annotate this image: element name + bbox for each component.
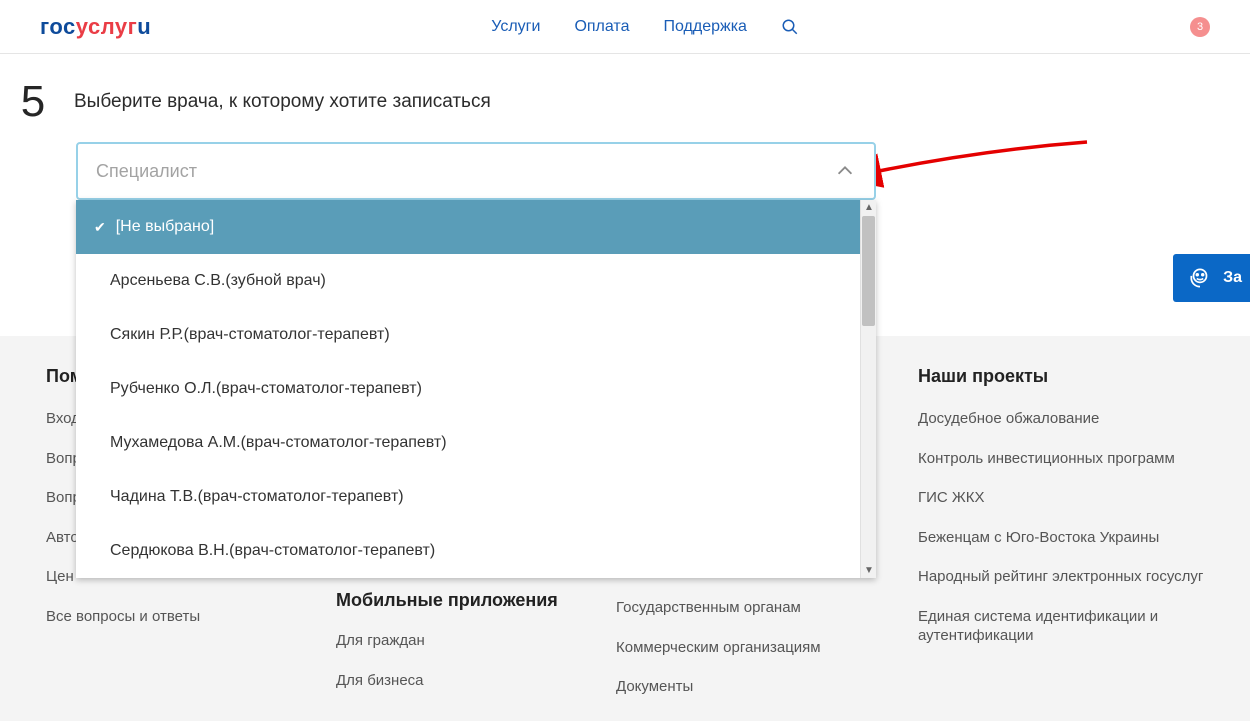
nav-support[interactable]: Поддержка [663,18,746,36]
step-title: Выберите врача, к которому хотите записа… [74,91,491,113]
specialist-option[interactable]: Чадина Т.В.(врач-стоматолог-терапевт) [76,470,860,524]
scrollbar-thumb[interactable] [862,216,875,326]
specialist-option[interactable]: Сякин Р.Р.(врач-стоматолог-терапевт) [76,308,860,362]
footer-link[interactable]: ГИС ЖКХ [918,488,1210,508]
notification-badge[interactable]: 3 [1190,17,1210,37]
footer-link[interactable]: Контроль инвестиционных программ [918,449,1210,469]
nav-services[interactable]: Услуги [491,18,540,36]
footer-link[interactable]: Государственным органам [616,598,876,618]
dropdown-scrollbar[interactable]: ▲ ▼ [860,200,876,578]
footer-link[interactable]: Единая система идентификации и аутентифи… [918,607,1210,646]
footer-link[interactable]: Беженцам с Юго-Востока Украины [918,528,1210,548]
main-nav: Услуги Оплата Поддержка [491,18,799,36]
footer-heading-apps: Мобильные приложения [336,590,586,611]
specialist-select: Специалист ✔ [Не выбрано] Арсеньева С.В.… [76,142,876,200]
specialist-option[interactable]: Рубченко О.Л.(врач-стоматолог-терапевт) [76,362,860,416]
option-label: Чадина Т.В.(врач-стоматолог-терапевт) [110,488,404,506]
scroll-down-icon: ▼ [864,565,874,576]
specialist-option-none[interactable]: ✔ [Не выбрано] [76,200,860,254]
step-number: 5 [16,80,50,124]
option-label: Арсеньева С.В.(зубной врач) [110,272,326,290]
footer-link[interactable]: Документы [616,677,876,697]
logo[interactable]: госуслугu [40,14,151,40]
scroll-up-icon: ▲ [864,202,874,213]
search-icon[interactable] [781,18,799,36]
footer-col-projects: Наши проекты Досудебное обжалование Конт… [906,366,1210,717]
option-label: Рубченко О.Л.(врач-стоматолог-терапевт) [110,380,422,398]
footer-link[interactable]: Для бизнеса [336,671,586,691]
specialist-option[interactable]: Мухамедова А.М.(врач-стоматолог-терапевт… [76,416,860,470]
footer-link[interactable]: Народный рейтинг электронных госуслуг [918,567,1210,587]
header: госуслугu Услуги Оплата Поддержка 3 [0,0,1250,54]
specialist-select-input[interactable]: Специалист [76,142,876,200]
specialist-placeholder: Специалист [96,161,197,182]
specialist-option[interactable]: Арсеньева С.В.(зубной врач) [76,254,860,308]
ask-question-button[interactable]: За [1173,254,1250,302]
specialist-option[interactable]: Сердюкова В.Н.(врач-стоматолог-терапевт) [76,524,860,578]
headset-icon [1187,265,1213,291]
check-icon: ✔ [94,219,106,236]
footer-link[interactable]: Досудебное обжалование [918,409,1210,429]
ask-question-label: За [1223,269,1242,287]
footer-heading-projects: Наши проекты [918,366,1210,387]
specialist-dropdown: ✔ [Не выбрано] Арсеньева С.В.(зубной вра… [76,200,876,578]
nav-payment[interactable]: Оплата [574,18,629,36]
step-row: 5 Выберите врача, к которому хотите запи… [0,54,1250,124]
option-label: Сердюкова В.Н.(врач-стоматолог-терапевт) [110,542,435,560]
footer-link[interactable]: Все вопросы и ответы [46,607,306,627]
footer-link[interactable]: Коммерческим организациям [616,638,876,658]
footer-link[interactable]: Для граждан [336,631,586,651]
annotation-arrow [862,130,1092,190]
option-label: Сякин Р.Р.(врач-стоматолог-терапевт) [110,326,390,344]
chevron-up-icon [834,160,856,182]
option-label: Мухамедова А.М.(врач-стоматолог-терапевт… [110,434,447,452]
option-label: [Не выбрано] [116,218,214,236]
